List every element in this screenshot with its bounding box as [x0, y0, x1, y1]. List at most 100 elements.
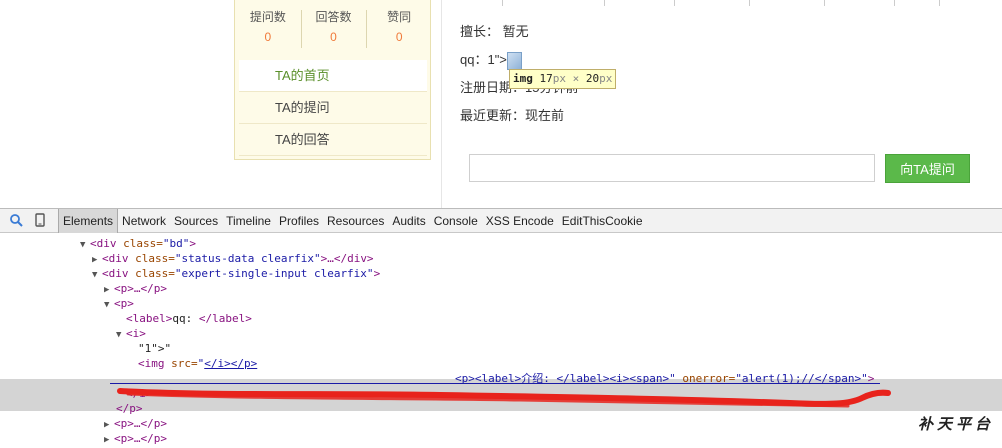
tag: <div — [102, 267, 136, 280]
tag: >…</div> — [320, 252, 374, 265]
stat-value: 0 — [264, 30, 272, 44]
tab-console[interactable]: Console — [430, 209, 482, 233]
src-link[interactable]: </i></p> — [204, 357, 257, 370]
tab-separator — [894, 0, 895, 6]
dom-node-status-data[interactable]: ▶ <div class="status-data clearfix">…</di… — [92, 251, 374, 266]
top-tabs-cutoff — [454, 0, 1002, 8]
dom-node-img[interactable]: <img src="</i></p> — [138, 356, 257, 371]
attr-name: class= — [123, 237, 163, 250]
stat-value: 0 — [395, 30, 403, 44]
device-mode-icon[interactable] — [33, 213, 47, 227]
tag: <div — [102, 252, 136, 265]
tag: <p>…</p> — [114, 417, 167, 430]
profile-nav: TA的首页 TA的提问 TA的回答 — [239, 60, 427, 156]
dom-node-div-bd[interactable]: ▼ <div class="bd"> — [80, 236, 196, 251]
stat-label: 提问数 — [249, 10, 286, 24]
devtools-panel: Elements Network Sources Timeline Profil… — [0, 208, 1002, 445]
tab-resources[interactable]: Resources — [323, 209, 388, 233]
tag: <img — [138, 357, 172, 370]
dom-node-i[interactable]: ▼ <i> — [116, 326, 146, 341]
tag: <p>…</p> — [114, 282, 167, 295]
updated-row: 最近更新：现在前 — [460, 108, 565, 123]
tooltip-unit: px — [599, 72, 613, 85]
stat-answers[interactable]: 回答数 0 — [300, 8, 367, 52]
expanded-triangle-icon[interactable]: ▼ — [116, 328, 126, 343]
dom-tree: ▼ <div class="bd"> ▶ <div class="status-da… — [0, 233, 1002, 445]
tag: <p>…</p> — [114, 432, 167, 445]
tag: </label> — [198, 312, 252, 325]
tab-elements[interactable]: Elements — [58, 209, 119, 233]
stat-value: 0 — [330, 30, 337, 44]
tab-separator — [749, 0, 750, 6]
nav-item-answers[interactable]: TA的回答 — [239, 124, 427, 156]
tag: > — [189, 237, 196, 250]
devtools-toolbar: Elements Network Sources Timeline Profil… — [0, 209, 1002, 233]
attr-value: "expert-single-input clearfix" — [174, 267, 374, 280]
devtools-tabs: Elements Network Sources Timeline Profil… — [58, 209, 647, 233]
tag: <div — [90, 237, 124, 250]
collapsed-triangle-icon[interactable]: ▶ — [104, 433, 114, 448]
search-icon[interactable] — [9, 213, 23, 227]
inspect-tooltip: img 17px × 20px — [509, 69, 617, 89]
attr-value: "status-data clearfix" — [174, 252, 321, 265]
web-page: 提问数 0 回答数 0 赞同 0 TA的首页 TA的提问 TA的回答 擅长： 暂… — [0, 0, 1002, 208]
tooltip-height: 20 — [585, 72, 600, 85]
nav-item-home[interactable]: TA的首页 — [239, 60, 427, 92]
tab-separator — [674, 0, 675, 6]
attr-name: class= — [135, 252, 175, 265]
tooltip-tag: img — [513, 72, 533, 85]
stats-row: 提问数 0 回答数 0 赞同 0 — [235, 8, 432, 52]
dom-node-label[interactable]: <label>qq: </label> — [126, 311, 252, 326]
link-underline — [110, 383, 880, 384]
attr-name: src= — [171, 357, 198, 370]
tab-timeline[interactable]: Timeline — [222, 209, 275, 233]
broken-image-icon[interactable] — [506, 51, 522, 70]
tab-separator — [939, 0, 940, 6]
tag: <p> — [114, 297, 134, 310]
tab-editthiscookie[interactable]: EditThisCookie — [558, 209, 647, 233]
nav-item-questions[interactable]: TA的提问 — [239, 92, 427, 124]
tab-audits[interactable]: Audits — [388, 209, 429, 233]
specialty-row: 擅长： 暂无 — [460, 24, 529, 39]
stat-label: 赞同 — [387, 10, 412, 24]
column-divider — [441, 0, 442, 208]
dom-node-i-close[interactable]: </i> — [126, 386, 153, 401]
dom-node-p[interactable]: ▶ <p>…</p> — [104, 431, 167, 446]
ask-input[interactable] — [469, 154, 875, 182]
tooltip-times: × — [572, 72, 580, 85]
dom-node-p[interactable]: ▶ <p>…</p> — [104, 281, 167, 296]
tab-separator — [824, 0, 825, 6]
expanded-triangle-icon[interactable]: ▼ — [80, 238, 90, 253]
dom-node-p-close[interactable]: </p> — [116, 401, 143, 416]
tab-profiles[interactable]: Profiles — [275, 209, 323, 233]
tag: </i> — [126, 387, 153, 400]
tab-sources[interactable]: Sources — [170, 209, 222, 233]
text-node: qq: — [172, 312, 199, 325]
watermark: 补天平台 — [918, 415, 995, 433]
attr-name: class= — [135, 267, 175, 280]
text-node: "1">" — [138, 342, 172, 355]
tab-separator — [502, 0, 503, 6]
stat-agrees[interactable]: 赞同 0 — [366, 8, 432, 52]
dom-text-node[interactable]: "1">" — [138, 341, 171, 356]
expanded-triangle-icon[interactable]: ▼ — [104, 298, 114, 313]
dom-node-p[interactable]: ▶ <p>…</p> — [104, 416, 167, 431]
tooltip-width: 17 — [539, 72, 553, 85]
tag: <label> — [126, 312, 173, 325]
tab-xss-encode[interactable]: XSS Encode — [482, 209, 558, 233]
attr-value: "bd" — [162, 237, 190, 250]
tag: <i> — [126, 327, 146, 340]
stat-label: 回答数 — [315, 10, 352, 24]
profile-card: 提问数 0 回答数 0 赞同 0 TA的首页 TA的提问 TA的回答 — [234, 0, 431, 160]
expanded-triangle-icon[interactable]: ▼ — [92, 268, 102, 283]
tooltip-unit: px — [552, 72, 566, 85]
tab-separator — [604, 0, 605, 6]
tag: </p> — [116, 402, 143, 415]
stat-questions[interactable]: 提问数 0 — [235, 8, 301, 52]
qq-label: qq：1"> — [460, 52, 507, 67]
tag: > — [373, 267, 381, 280]
ask-button[interactable]: 向TA提问 — [885, 154, 970, 183]
dom-node-expert-input[interactable]: ▼ <div class="expert-single-input clearfi… — [92, 266, 380, 281]
dom-node-p-open[interactable]: ▼ <p> — [104, 296, 134, 311]
tab-network[interactable]: Network — [118, 209, 170, 233]
